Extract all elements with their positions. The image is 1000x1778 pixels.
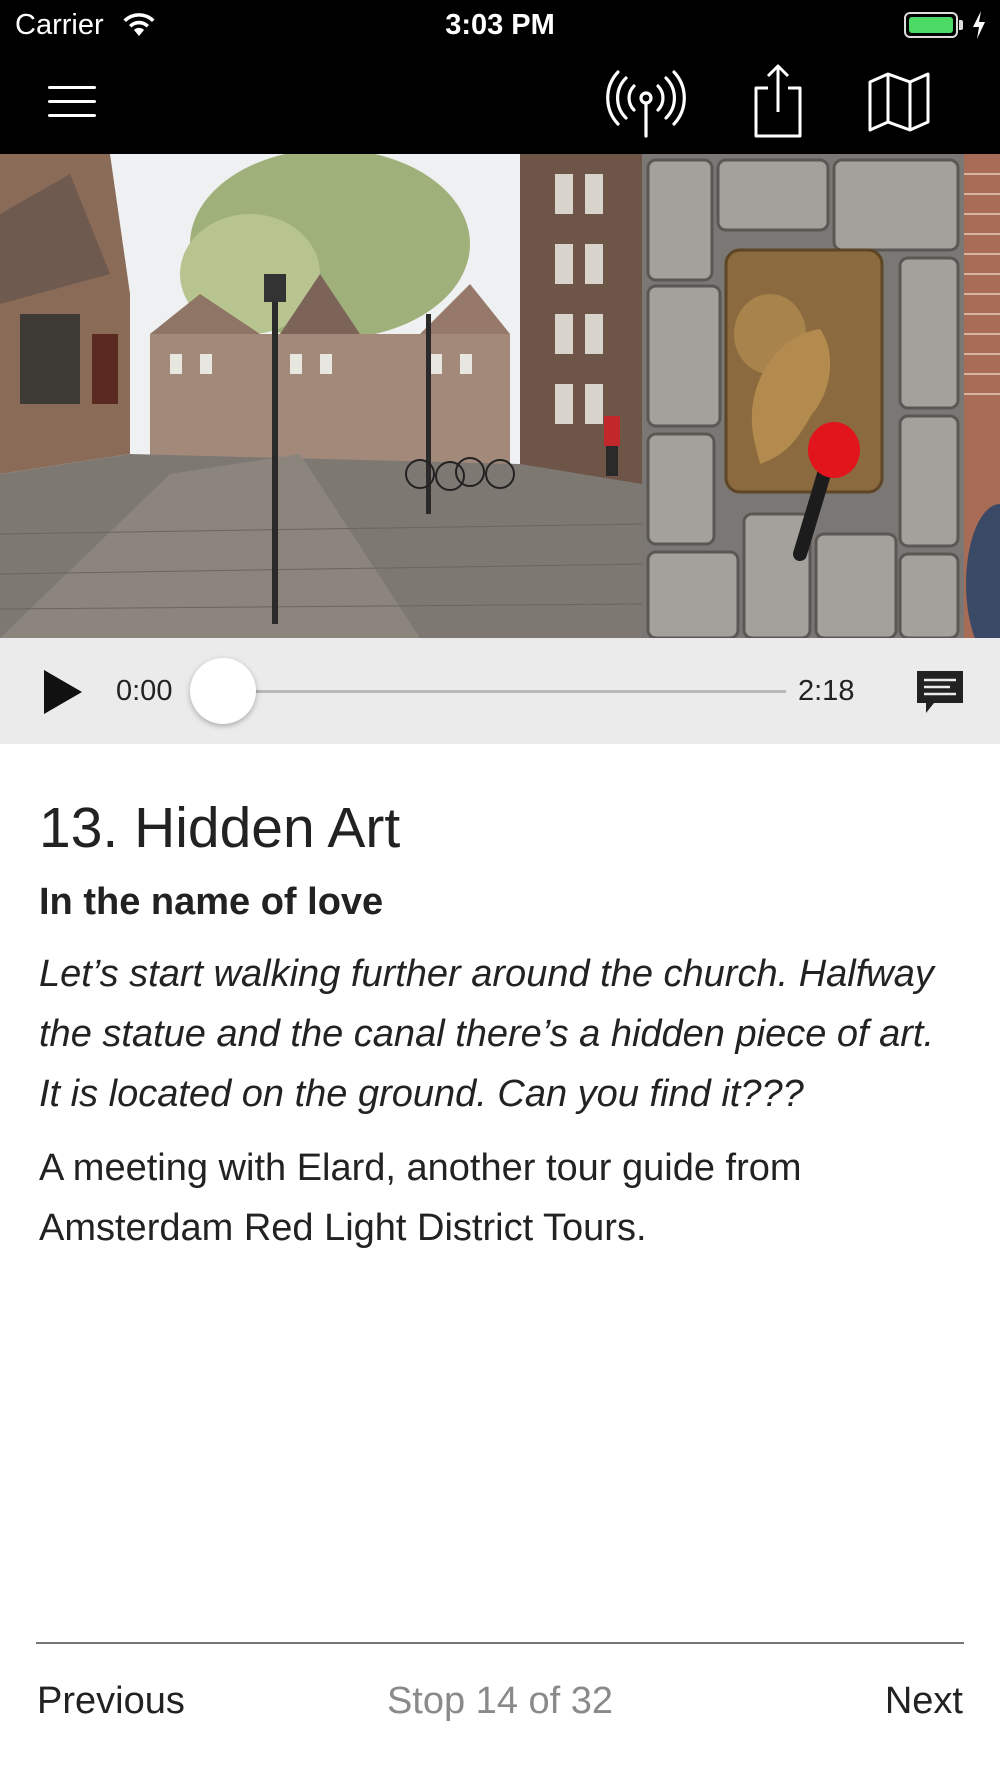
transcript-icon[interactable] bbox=[914, 668, 966, 716]
audio-player: 0:00 2:18 bbox=[0, 638, 1000, 744]
stop-counter: Stop 14 of 32 bbox=[386, 1680, 614, 1722]
broadcast-icon[interactable] bbox=[606, 70, 686, 138]
stop-title: 13. Hidden Art bbox=[39, 796, 401, 860]
stop-intro: Let’s start walking further around the c… bbox=[39, 953, 935, 1115]
stop-subtitle: In the name of love bbox=[39, 881, 384, 923]
current-time: 0:00 bbox=[116, 675, 173, 707]
stop-photo-illustration bbox=[0, 154, 1000, 638]
map-icon[interactable] bbox=[866, 72, 932, 132]
battery-icon bbox=[904, 12, 958, 38]
footer-divider bbox=[36, 1642, 964, 1644]
progress-slider-thumb[interactable] bbox=[190, 658, 256, 724]
stop-content: 13. Hidden Art In the name of love Let’s… bbox=[39, 790, 959, 1258]
progress-track[interactable] bbox=[224, 690, 786, 693]
menu-button[interactable] bbox=[38, 76, 106, 126]
hamburger-line bbox=[48, 100, 96, 103]
play-icon[interactable] bbox=[38, 666, 86, 718]
share-icon[interactable] bbox=[748, 62, 808, 138]
stop-description: A meeting with Elard, another tour guide… bbox=[39, 1147, 802, 1249]
stop-photo bbox=[0, 154, 1000, 638]
next-button[interactable]: Next bbox=[885, 1680, 963, 1723]
battery-tip bbox=[959, 20, 963, 30]
nav-bar bbox=[0, 50, 1000, 154]
clock: 3:03 PM bbox=[445, 9, 555, 41]
stop-navigation: Previous Stop 14 of 32 Next bbox=[0, 1680, 1000, 1740]
status-bar: Carrier 3:03 PM bbox=[0, 0, 1000, 50]
hamburger-line bbox=[48, 114, 96, 117]
total-time: 2:18 bbox=[798, 675, 855, 707]
hamburger-menu-icon bbox=[48, 86, 96, 89]
charging-bolt-icon bbox=[973, 11, 985, 39]
